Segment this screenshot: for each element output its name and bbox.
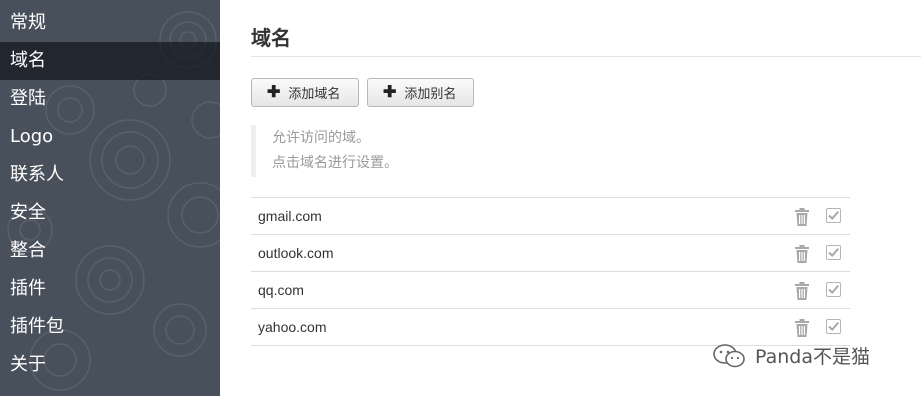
domain-row[interactable]: gmail.com (251, 198, 850, 235)
checkbox-checked-icon[interactable] (826, 208, 841, 223)
hint-line: 允许访问的域。 (272, 130, 370, 146)
domain-name[interactable]: yahoo.com (258, 319, 326, 335)
sidebar-item-general[interactable]: 常规 (0, 4, 220, 42)
plus-icon: ✚ (267, 83, 281, 101)
watermark-text: Panda不是猫 (755, 346, 870, 368)
checkbox-checked-icon[interactable] (826, 245, 841, 260)
sidebar-item-plugin-packs[interactable]: 插件包 (0, 308, 220, 346)
trash-icon[interactable] (794, 319, 810, 337)
domain-name[interactable]: gmail.com (258, 208, 322, 224)
hint-blockquote: 允许访问的域。 点击域名进行设置。 (251, 125, 501, 177)
trash-icon[interactable] (794, 282, 810, 300)
sidebar-item-plugins[interactable]: 插件 (0, 270, 220, 308)
sidebar-item-contacts[interactable]: 联系人 (0, 156, 220, 194)
trash-icon[interactable] (794, 208, 810, 226)
checkbox-checked-icon[interactable] (826, 319, 841, 334)
watermark: Panda不是猫 (711, 342, 870, 369)
wechat-icon (713, 343, 745, 367)
sidebar-item-login[interactable]: 登陆 (0, 80, 220, 118)
sidebar-item-integration[interactable]: 整合 (0, 232, 220, 270)
page-title: 域名 (251, 26, 291, 50)
domain-row[interactable]: yahoo.com (251, 309, 850, 346)
add-alias-label: 添加别名 (404, 86, 457, 101)
title-divider (251, 56, 921, 57)
trash-icon[interactable] (794, 245, 810, 263)
add-domain-button[interactable]: ✚ 添加域名 (251, 78, 359, 107)
sidebar-menu: 常规 域名 登陆 Logo 联系人 安全 整合 插件 插件包 关于 (0, 0, 220, 384)
domain-name[interactable]: outlook.com (258, 245, 333, 261)
hint-line: 点击域名进行设置。 (272, 155, 398, 171)
add-domain-label: 添加域名 (288, 86, 341, 101)
checkbox-checked-icon[interactable] (826, 282, 841, 297)
plus-icon: ✚ (383, 83, 397, 101)
domain-row[interactable]: qq.com (251, 272, 850, 309)
main-content: 域名 ✚ 添加域名 ✚ 添加别名 允许访问的域。 点击域名进行设置。 gmail… (220, 0, 921, 396)
sidebar-item-logo[interactable]: Logo (0, 118, 220, 156)
sidebar-item-security[interactable]: 安全 (0, 194, 220, 232)
sidebar: 常规 域名 登陆 Logo 联系人 安全 整合 插件 插件包 关于 (0, 0, 220, 396)
domain-row[interactable]: outlook.com (251, 235, 850, 272)
sidebar-item-domains[interactable]: 域名 (0, 42, 220, 80)
sidebar-item-about[interactable]: 关于 (0, 346, 220, 384)
add-alias-button[interactable]: ✚ 添加别名 (367, 78, 474, 107)
domain-list: gmail.com outlook.com qq.com yahoo.com (251, 197, 850, 346)
domain-name[interactable]: qq.com (258, 282, 304, 298)
